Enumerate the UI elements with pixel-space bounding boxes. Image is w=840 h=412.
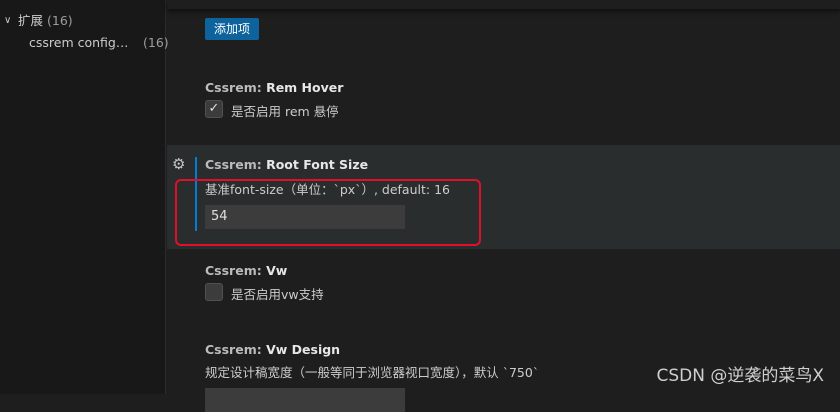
setting-title: Cssrem: Root Font Size (205, 157, 368, 172)
settings-editor: 添加项 Cssrem: Rem Hover ✓ 是否启用 rem 悬停 ⚙ Cs… (167, 0, 840, 412)
setting-category: Cssrem: (205, 263, 267, 278)
watermark: CSDN @逆袭的菜鸟X (656, 366, 824, 386)
setting-category: Cssrem: (205, 342, 267, 357)
setting-vw: Cssrem: Vw 是否启用vw支持 (167, 253, 840, 323)
tree-item-extensions[interactable]: ∨ 扩展 (16) (4, 10, 73, 32)
setting-category: Cssrem: (205, 157, 267, 172)
gear-icon[interactable]: ⚙ (172, 156, 185, 172)
setting-name: Vw (266, 263, 288, 278)
vw-checkbox[interactable] (205, 283, 223, 301)
setting-description: 是否启用 rem 悬停 (231, 104, 339, 119)
tree-item-cssrem-configuration[interactable]: cssrem configur... (16) (29, 32, 169, 54)
tree-item-count: (16) (143, 35, 169, 50)
tree-item-count: (16) (47, 13, 73, 28)
check-icon: ✓ (208, 101, 220, 116)
rem-hover-checkbox[interactable]: ✓ (205, 100, 223, 118)
vw-design-input[interactable] (205, 388, 405, 412)
setting-description: 是否启用vw支持 (231, 287, 324, 302)
tree-item-label: 扩展 (18, 13, 44, 28)
setting-title: Cssrem: Rem Hover (205, 80, 343, 95)
setting-category: Cssrem: (205, 80, 267, 95)
add-item-button[interactable]: 添加项 (205, 18, 260, 40)
setting-rem-hover: Cssrem: Rem Hover ✓ 是否启用 rem 悬停 (167, 70, 840, 140)
setting-name: Root Font Size (266, 157, 369, 172)
setting-title: Cssrem: Vw (205, 263, 287, 278)
setting-root-font-size: ⚙ Cssrem: Root Font Size 基准font-size（单位：… (167, 145, 840, 249)
scroll-shadow (167, 0, 840, 9)
setting-name: Vw Design (266, 342, 341, 357)
setting-description: 规定设计稿宽度（一般等同于浏览器视口宽度），默认 `750` (205, 365, 540, 380)
annotation-highlight-box (175, 179, 481, 246)
setting-name: Rem Hover (266, 80, 344, 95)
tree-item-label: cssrem configur... (29, 35, 133, 50)
chevron-down-icon: ∨ (4, 15, 12, 26)
setting-title: Cssrem: Vw Design (205, 342, 340, 357)
settings-sidebar: ∨ 扩展 (16) cssrem configur... (16) (0, 0, 169, 394)
